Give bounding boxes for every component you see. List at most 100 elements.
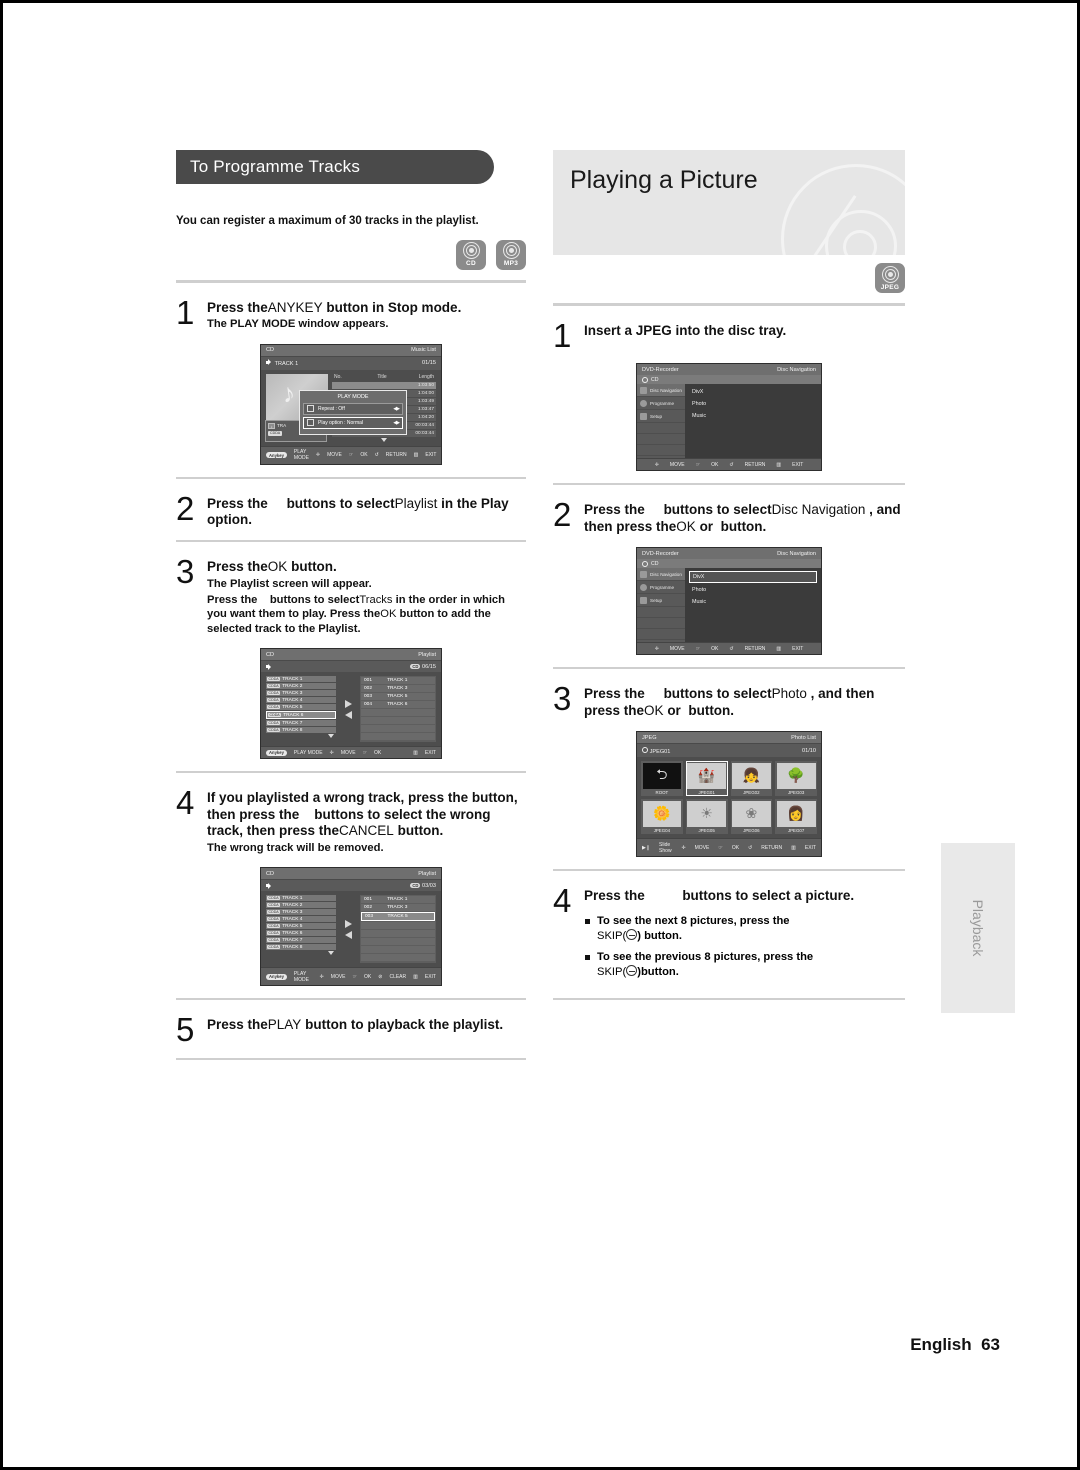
footer-move[interactable]: MOVE — [341, 750, 356, 756]
playlist-row[interactable]: 004 TRACK 6 — [361, 701, 435, 709]
footer-ok[interactable]: OK — [711, 646, 718, 652]
scroll-down-icon[interactable] — [328, 951, 334, 956]
footer-move[interactable]: MOVE — [670, 646, 685, 652]
list-item[interactable]: CDDA TRACK 2 — [266, 683, 336, 690]
photo-cell-selected[interactable]: 🏰 JPEG01 — [685, 761, 728, 797]
list-item[interactable]: CDDA TRACK 3 — [266, 690, 336, 697]
playlist-row-empty[interactable] — [361, 938, 435, 946]
sidebar-item-programme[interactable]: Programme — [637, 397, 685, 411]
footer-exit[interactable]: EXIT — [425, 452, 436, 458]
list-item[interactable]: CDDA TRACK 1 — [266, 895, 336, 902]
arrow-right-icon[interactable] — [344, 699, 352, 708]
footer-slideshow[interactable]: Slide Show — [659, 842, 672, 854]
sidebar-item-setup[interactable]: Setup — [637, 410, 685, 424]
playlist-row[interactable]: 002 TRACK 3 — [361, 685, 435, 693]
footer-exit[interactable]: EXIT — [792, 646, 803, 652]
nav-item-photo[interactable]: Photo — [689, 585, 817, 595]
playlist-row[interactable]: 001 TRACK 1 — [361, 896, 435, 904]
footer-playmode[interactable]: PLAY MODE — [294, 449, 309, 461]
footer-ok[interactable]: OK — [364, 974, 371, 980]
arrow-left-icon[interactable] — [344, 710, 352, 719]
footer-exit[interactable]: EXIT — [425, 750, 436, 756]
list-item[interactable]: CDDA TRACK 4 — [266, 916, 336, 923]
footer-move[interactable]: MOVE — [327, 452, 342, 458]
anykey-pill[interactable]: Anykey — [266, 973, 287, 980]
footer-ok[interactable]: OK — [732, 845, 739, 851]
photo-cell[interactable]: 👧 JPEG02 — [730, 761, 773, 797]
footer-exit[interactable]: EXIT — [805, 845, 816, 851]
nav-item-music[interactable]: Music — [689, 411, 817, 421]
sidebar-item-programme[interactable]: Programme — [637, 581, 685, 595]
arrow-left-icon[interactable] — [344, 930, 352, 939]
photo-cell[interactable]: ☀ JPEG05 — [685, 799, 728, 835]
table-row[interactable]: 1:03:50 — [332, 381, 436, 389]
photo-cell[interactable]: 🌼 JPEG04 — [641, 799, 683, 835]
nav-item-photo[interactable]: Photo — [689, 399, 817, 409]
list-item[interactable]: CDDA TRACK 5 — [266, 923, 336, 930]
sidebar-item-disc-navigation[interactable]: Disc Navigation — [637, 384, 685, 398]
list-item[interactable]: CDDA TRACK 6 — [266, 930, 336, 937]
footer-return[interactable]: RETURN — [761, 845, 782, 851]
footer-move[interactable]: MOVE — [695, 845, 710, 851]
footer-playmode[interactable]: PLAY MODE — [294, 750, 323, 756]
playlist-row[interactable]: 001 TRACK 1 — [361, 677, 435, 685]
playlist-row[interactable]: 003 TRACK 5 — [361, 693, 435, 701]
nav-item-music[interactable]: Music — [689, 597, 817, 607]
playlist-row-empty[interactable] — [361, 930, 435, 938]
footer-return[interactable]: RETURN — [745, 462, 766, 468]
list-item[interactable]: CDDA TRACK 1 — [266, 676, 336, 683]
footer-move[interactable]: MOVE — [331, 974, 346, 980]
playlist-row-empty[interactable] — [361, 717, 435, 725]
list-item[interactable]: CDDA TRACK 4 — [266, 697, 336, 704]
scroll-down-icon[interactable] — [381, 437, 387, 442]
popup-row-repeat[interactable]: Repeat : Off ◀▶ — [303, 402, 403, 415]
step-number: 2 — [553, 496, 572, 534]
playlist-row-empty[interactable] — [361, 946, 435, 954]
playlist-row-empty[interactable] — [361, 733, 435, 741]
list-item-selected[interactable]: CDDA TRACK 6 — [266, 711, 336, 720]
playlist-row-selected[interactable]: 003 TRACK 5 — [361, 912, 435, 922]
footer-clear[interactable]: CLEAR — [389, 974, 406, 980]
list-item[interactable]: CDDA TRACK 5 — [266, 704, 336, 711]
photo-cell[interactable]: 👩 JPEG07 — [775, 799, 817, 835]
footer-exit[interactable]: EXIT — [425, 974, 436, 980]
anykey-pill[interactable]: Anykey — [266, 749, 287, 756]
list-item[interactable]: CDDA TRACK 8 — [266, 944, 336, 951]
right-step-2-title: Press the buttons to selectDisc Navigati… — [584, 502, 905, 535]
footer-ok[interactable]: OK — [360, 452, 367, 458]
anykey-pill[interactable]: Anykey — [266, 452, 287, 459]
footer-playmode[interactable]: PLAY MODE — [294, 971, 313, 983]
popup-row-playoption[interactable]: Play option : Normal ◀▶ — [303, 416, 403, 429]
photo-cell-root[interactable]: ⮌ ROOT — [641, 761, 683, 797]
photo-cell[interactable]: 🌳 JPEG03 — [775, 761, 817, 797]
footer-move[interactable]: MOVE — [670, 462, 685, 468]
footer-exit[interactable]: EXIT — [792, 462, 803, 468]
list-item[interactable]: CDDA TRACK 7 — [266, 937, 336, 944]
track-label: TRACK 7 — [282, 720, 303, 726]
nav-item-divx-selected[interactable]: DivX — [689, 571, 817, 584]
nav-item-divx[interactable]: DivX — [689, 387, 817, 397]
playlist-row-empty[interactable] — [361, 709, 435, 717]
list-item[interactable]: CDDA TRACK 7 — [266, 720, 336, 727]
photo-cell[interactable]: ❀ JPEG06 — [730, 799, 773, 835]
list-item[interactable]: CDDA TRACK 3 — [266, 909, 336, 916]
left-right-arrows-icon[interactable]: ◀▶ — [393, 406, 400, 412]
left-right-arrows-icon[interactable]: ◀▶ — [393, 420, 400, 426]
arrow-right-icon[interactable] — [344, 919, 352, 928]
badge-counter: CD 06/15 — [410, 663, 436, 670]
playlist-row-empty[interactable] — [361, 725, 435, 733]
playlist-row[interactable]: 002 TRACK 3 — [361, 904, 435, 912]
step-text: Press the — [207, 559, 268, 575]
footer-return[interactable]: RETURN — [386, 452, 407, 458]
footer-ok[interactable]: OK — [711, 462, 718, 468]
list-item[interactable]: CDDA TRACK 8 — [266, 727, 336, 734]
footer-return[interactable]: RETURN — [745, 646, 766, 652]
list-item[interactable]: CDDA TRACK 2 — [266, 902, 336, 909]
scroll-down-icon[interactable] — [328, 734, 334, 739]
footer-page-number: 63 — [981, 1335, 1000, 1354]
footer-ok[interactable]: OK — [374, 750, 381, 756]
sidebar-item-disc-navigation[interactable]: Disc Navigation — [637, 568, 685, 582]
sidebar-item-setup[interactable]: Setup — [637, 594, 685, 608]
playlist-row-empty[interactable] — [361, 922, 435, 930]
playlist-row-empty[interactable] — [361, 954, 435, 962]
